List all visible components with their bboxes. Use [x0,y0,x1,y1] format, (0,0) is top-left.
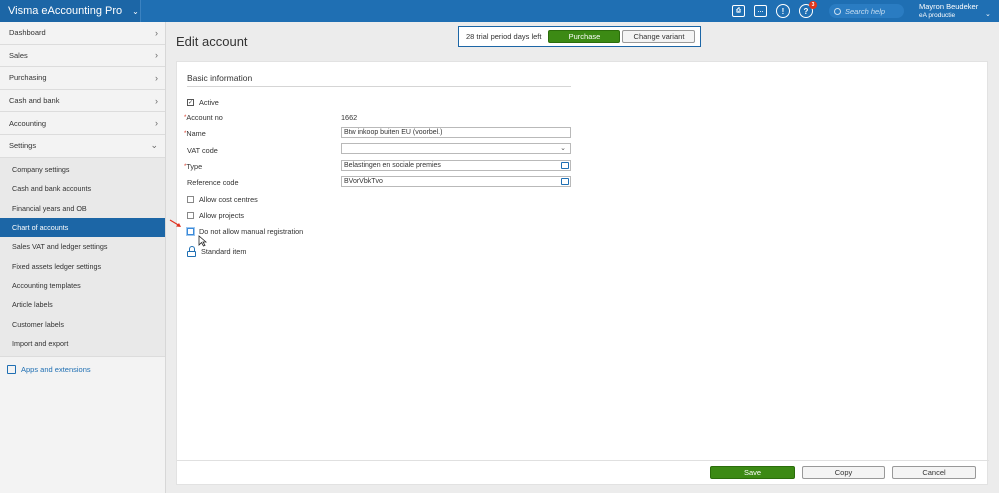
edit-account-panel: Basic information ✓ Active * Account no … [176,61,989,485]
sidebar-subitem-company-settings[interactable]: Company settings [0,160,165,179]
sidebar-item-settings[interactable]: Settings ⌄ [0,135,165,158]
search-icon [834,7,841,15]
search-placeholder: Search help [845,6,886,16]
lock-icon [187,246,196,257]
apps-and-extensions-link[interactable]: Apps and extensions [0,357,165,375]
search-input[interactable]: Search help [829,4,904,18]
sidebar-subitem-article-labels[interactable]: Article labels [0,295,165,314]
app-switcher[interactable]: Visma eAccounting Pro ⌄ [0,0,141,22]
apps-label: Apps and extensions [21,365,91,375]
standard-item-label: Standard item [201,247,247,256]
copy-button[interactable]: Copy [802,466,885,479]
account-no-value: 1662 [341,113,358,122]
reference-code-value: BVorVbkTvo [344,178,383,185]
sidebar-item-label: Purchasing [9,73,47,83]
basket-icon [7,365,16,375]
allow-cost-centres-checkbox[interactable] [187,196,194,203]
lookup-icon[interactable] [561,178,569,185]
active-checkbox[interactable]: ✓ [187,99,194,106]
info-icon[interactable]: ! [776,4,790,18]
type-input[interactable]: Belastingen en sociale premies [341,160,571,171]
user-name: Mayron Beudeker [919,2,979,11]
vat-code-row: VAT code [187,146,218,155]
allow-projects-row: Allow projects [187,211,244,220]
section-title: Basic information [187,73,253,83]
chevron-right-icon: › [155,95,158,106]
user-company: eA productie [919,12,956,19]
save-button[interactable]: Save [710,466,795,479]
no-manual-registration-label: Do not allow manual registration [199,227,304,236]
sidebar-item-label: Cash and bank [9,96,60,106]
cancel-button[interactable]: Cancel [892,466,976,479]
standard-item-row: Standard item [187,246,246,257]
allow-projects-checkbox[interactable] [187,212,194,219]
reference-code-label: Reference code [187,178,239,187]
chevron-down-icon: ⌄ [560,145,566,152]
sidebar-subitem-fixed-assets[interactable]: Fixed assets ledger settings [0,257,165,276]
no-manual-registration-checkbox[interactable] [187,228,194,235]
name-value: Btw inkoop buiten EU (voorbel.) [344,129,443,136]
lookup-icon[interactable] [561,162,569,169]
name-label: Name [186,129,206,138]
sidebar-item-sales[interactable]: Sales › [0,45,165,68]
type-row: * Type [184,162,203,171]
chevron-down-icon: ⌄ [132,6,139,16]
settings-submenu: Company settings Cash and bank accounts … [0,157,165,358]
chevron-right-icon: › [155,72,158,83]
sidebar-item-label: Sales [9,50,28,60]
section-divider [187,86,571,87]
chevron-right-icon: › [155,118,158,129]
active-row: ✓ Active [187,98,219,107]
mouse-cursor-icon [198,235,207,247]
account-no-row: * Account no [184,113,223,122]
trial-text: 28 trial period days left [466,32,542,41]
chevron-right-icon: › [155,27,158,38]
chevron-right-icon: › [155,50,158,61]
type-value: Belastingen en sociale premies [344,162,441,169]
sidebar-item-label: Accounting [9,118,47,128]
name-input[interactable]: Btw inkoop buiten EU (voorbel.) [341,127,571,138]
sidebar-subitem-import-export[interactable]: Import and export [0,334,165,353]
name-row: * Name [184,129,206,138]
sidebar-item-accounting[interactable]: Accounting › [0,112,165,135]
allow-cost-centres-row: Allow cost centres [187,195,258,204]
notification-badge: 3 [809,1,817,9]
sidebar-subitem-customer-labels[interactable]: Customer labels [0,315,165,334]
sidebar-item-label: Dashboard [9,28,46,38]
footer-divider [177,460,989,461]
user-menu[interactable]: Mayron Beudeker eA productie [919,2,978,20]
reference-code-row: Reference code [187,178,239,187]
sidebar: Dashboard › Sales › Purchasing › Cash an… [0,22,166,493]
sidebar-subitem-sales-vat[interactable]: Sales VAT and ledger settings [0,237,165,256]
active-label: Active [199,98,219,107]
vat-code-select[interactable]: ⌄ [341,143,571,154]
vat-code-label: VAT code [187,146,218,155]
trial-banner: 28 trial period days left Purchase Chang… [458,26,701,47]
purchase-button[interactable]: Purchase [548,30,621,43]
page-title: Edit account [176,34,248,49]
print-icon[interactable]: ⎙ [732,5,745,17]
chat-icon[interactable]: … [754,5,767,17]
top-bar: Visma eAccounting Pro ⌄ ⎙ … ! ? 3 Search… [0,0,999,22]
sidebar-subitem-cash-and-bank-accounts[interactable]: Cash and bank accounts [0,179,165,198]
sidebar-item-purchasing[interactable]: Purchasing › [0,67,165,90]
sidebar-item-label: Settings [9,141,37,151]
change-variant-button[interactable]: Change variant [622,30,696,43]
sidebar-item-cash-and-bank[interactable]: Cash and bank › [0,90,165,113]
sidebar-item-dashboard[interactable]: Dashboard › [0,22,165,45]
type-label: Type [186,162,203,171]
annotation-arrow-icon [169,219,181,227]
account-no-label: Account no [186,113,223,122]
allow-projects-label: Allow projects [199,211,245,220]
app-title: Visma eAccounting Pro [8,5,123,17]
sidebar-subitem-financial-years[interactable]: Financial years and OB [0,198,165,217]
help-icon[interactable]: ? 3 [799,1,817,18]
sidebar-subitem-accounting-templates[interactable]: Accounting templates [0,276,165,295]
allow-cost-centres-label: Allow cost centres [199,195,258,204]
chevron-down-icon[interactable]: ⌄ [985,10,991,18]
chevron-down-icon: ⌄ [150,140,158,151]
reference-code-input[interactable]: BVorVbkTvo [341,176,571,187]
sidebar-subitem-chart-of-accounts[interactable]: Chart of accounts [0,217,165,238]
